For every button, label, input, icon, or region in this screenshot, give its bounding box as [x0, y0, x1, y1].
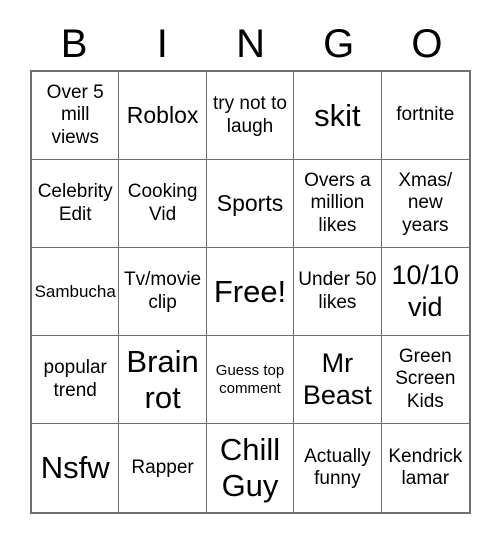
- bingo-cell-free-space[interactable]: Free!: [206, 248, 295, 336]
- bingo-cell-label: Xmas/ new years: [398, 170, 453, 236]
- bingo-header-row: B I N G O: [30, 18, 471, 70]
- bingo-cell[interactable]: Celebrity Edit: [32, 160, 120, 248]
- bingo-cell[interactable]: Overs a million likes: [294, 160, 382, 248]
- bingo-cell[interactable]: Cooking Vid: [119, 160, 207, 248]
- bingo-cell[interactable]: Over 5 mill views: [32, 72, 120, 160]
- bingo-cell[interactable]: Guess top comment: [206, 336, 295, 424]
- bingo-cell[interactable]: Mr Beast: [294, 336, 382, 424]
- bingo-cell[interactable]: Sambucha: [32, 248, 120, 336]
- bingo-cell[interactable]: try not to laugh: [206, 72, 295, 160]
- bingo-cell-label: Sports: [216, 190, 284, 217]
- bingo-cell[interactable]: Xmas/ new years: [381, 160, 469, 248]
- bingo-cell-label: Cooking Vid: [127, 181, 198, 225]
- bingo-cell[interactable]: Roblox: [119, 72, 207, 160]
- bingo-header-letter-b: B: [60, 22, 88, 66]
- bingo-cell-label: Chill Guy: [219, 432, 281, 503]
- bingo-cell[interactable]: Brain rot: [119, 336, 207, 424]
- bingo-cell-label: Actually funny: [304, 445, 371, 489]
- bingo-cell-label: fortnite: [396, 104, 455, 126]
- bingo-cell-label: Roblox: [126, 102, 199, 129]
- bingo-card: B I N G O Over 5 mill views Roblox try n…: [0, 0, 500, 544]
- bingo-cell[interactable]: Green Screen Kids: [381, 336, 469, 424]
- bingo-cell[interactable]: Sports: [206, 160, 295, 248]
- bingo-cell-label: Overs a million likes: [304, 170, 371, 236]
- bingo-cell-label: Guess top comment: [215, 362, 285, 397]
- bingo-header-letter-i: I: [156, 22, 168, 66]
- bingo-cell-label: Over 5 mill views: [46, 82, 104, 148]
- bingo-cell[interactable]: Under 50 likes: [294, 248, 382, 336]
- bingo-cell-label: 10/10 vid: [391, 260, 460, 322]
- bingo-cell-label: Free!: [213, 273, 287, 309]
- bingo-cell[interactable]: Actually funny: [294, 424, 382, 512]
- bingo-cell-label: Mr Beast: [302, 348, 372, 410]
- bingo-cell[interactable]: Nsfw: [32, 424, 120, 512]
- bingo-cell-label: Kendrick lamar: [388, 445, 463, 489]
- bingo-cell-label: Celebrity Edit: [37, 181, 113, 225]
- bingo-cell-label: try not to laugh: [213, 93, 287, 137]
- bingo-header-letter-o: O: [411, 22, 443, 66]
- bingo-grid: Over 5 mill views Roblox try not to laug…: [30, 70, 471, 514]
- bingo-cell-label: Brain rot: [126, 343, 199, 415]
- bingo-cell-label: skit: [314, 97, 361, 133]
- bingo-cell[interactable]: Chill Guy: [207, 424, 295, 512]
- bingo-cell[interactable]: Rapper: [119, 424, 207, 512]
- bingo-cell[interactable]: popular trend: [32, 336, 120, 424]
- bingo-cell[interactable]: skit: [294, 72, 382, 160]
- bingo-header-letter-g: G: [323, 22, 355, 66]
- bingo-cell-label: Rapper: [131, 456, 194, 478]
- bingo-cell-label: Green Screen Kids: [395, 346, 456, 412]
- bingo-cell-label: popular trend: [43, 357, 107, 401]
- bingo-cell-label: Sambucha: [34, 281, 116, 301]
- bingo-cell[interactable]: fortnite: [381, 72, 469, 160]
- bingo-cell[interactable]: 10/10 vid: [381, 248, 469, 336]
- bingo-cell-label: Under 50 likes: [298, 269, 377, 313]
- bingo-header-letter-n: N: [236, 22, 265, 66]
- bingo-cell[interactable]: Kendrick lamar: [382, 424, 469, 512]
- bingo-cell[interactable]: Tv/movie clip: [119, 248, 207, 336]
- bingo-cell-label: Tv/movie clip: [124, 269, 202, 313]
- bingo-cell-label: Nsfw: [40, 450, 110, 486]
